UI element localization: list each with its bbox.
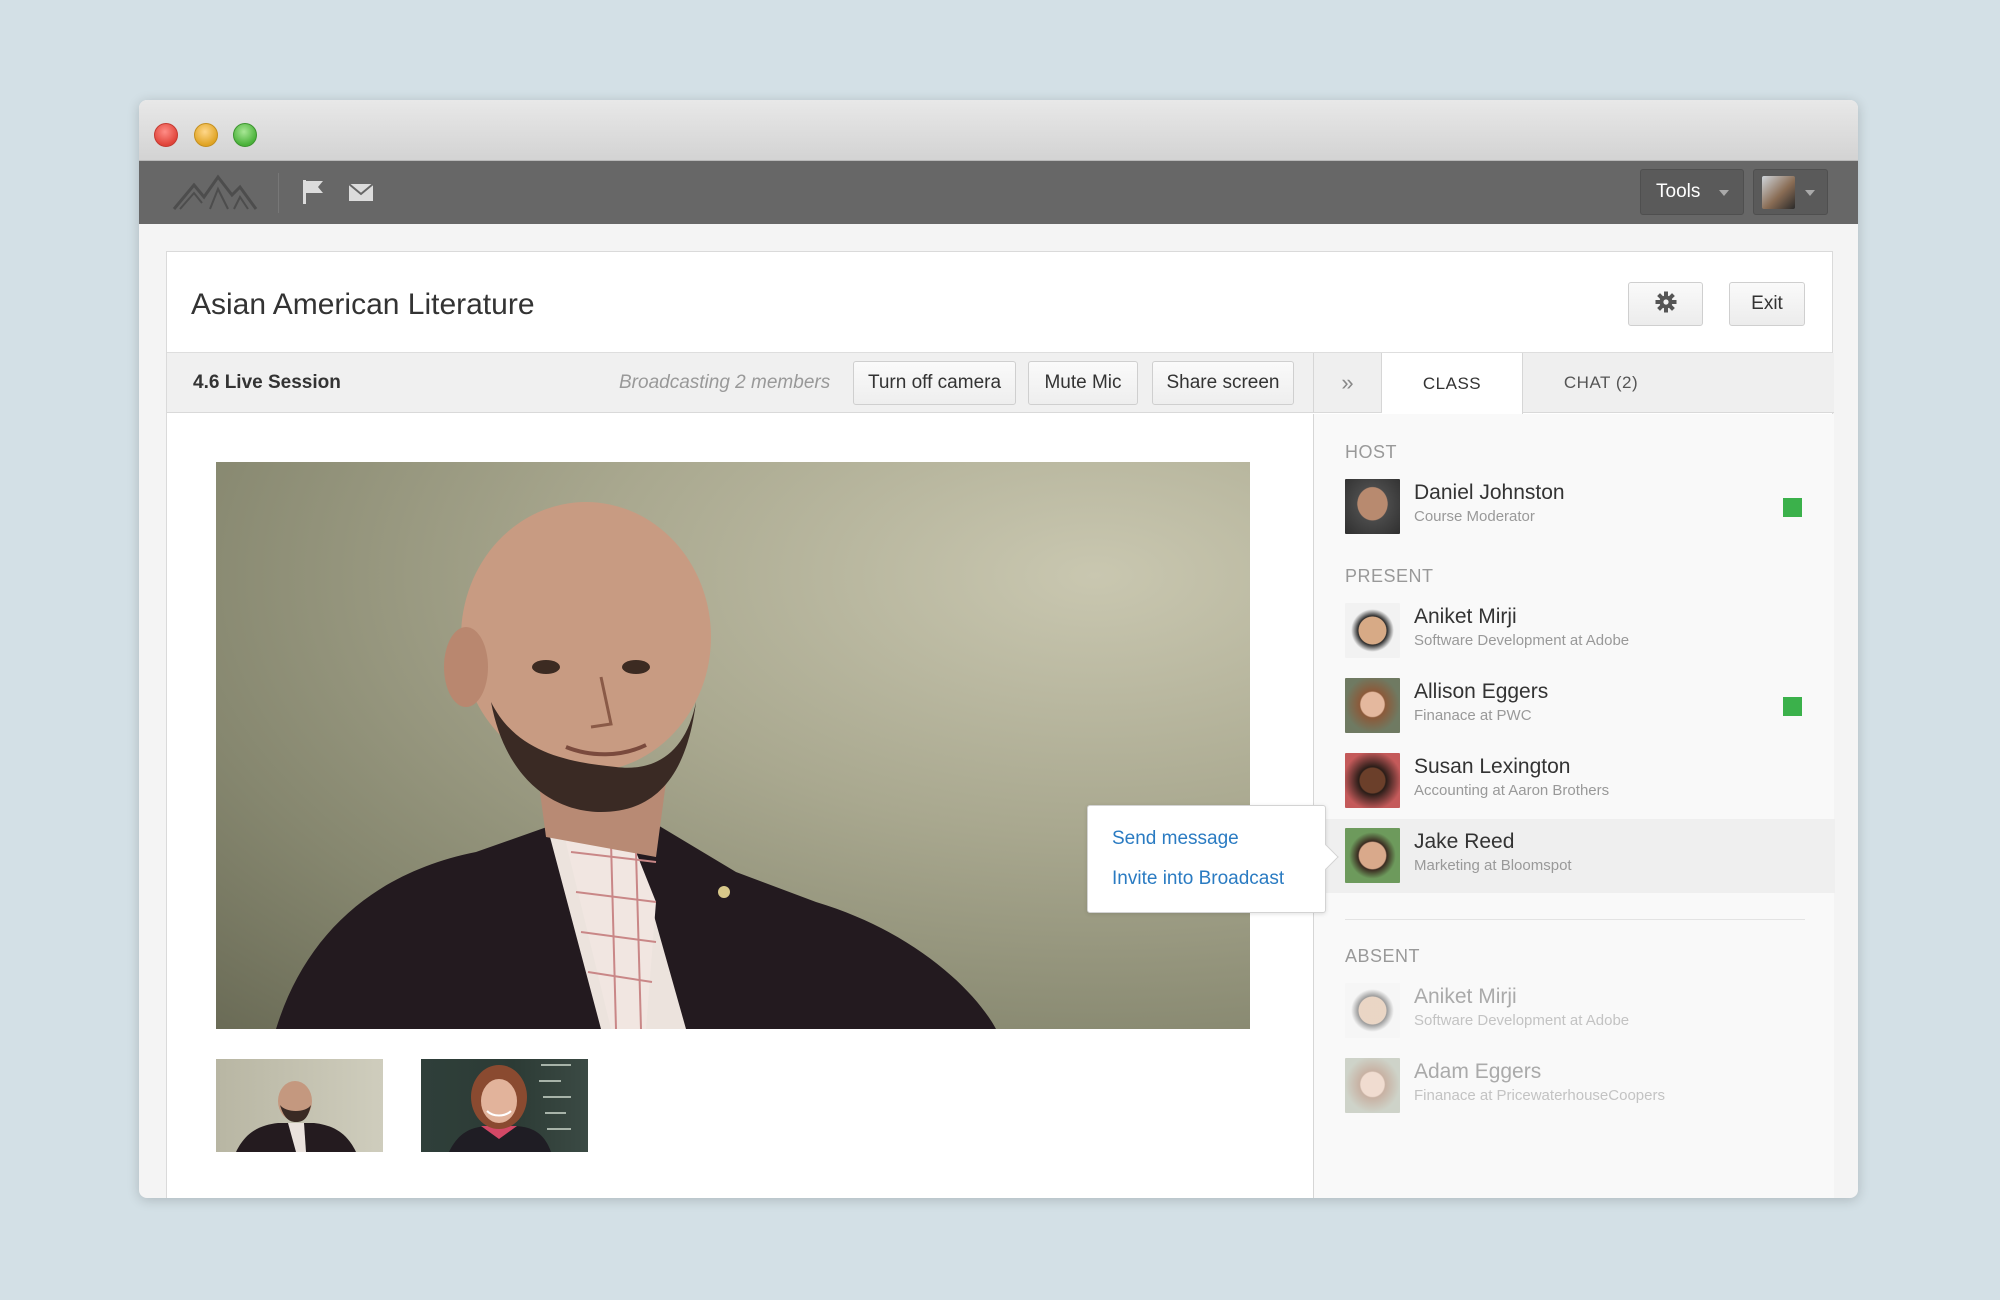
settings-button[interactable] [1628, 282, 1703, 326]
sidebar-tabs: » CLASS CHAT (2) [1313, 353, 1834, 414]
person-name: Jake Reed [1414, 830, 1515, 853]
navbar-divider [278, 173, 279, 213]
person-name: Adam Eggers [1414, 1060, 1542, 1083]
share-screen-button[interactable]: Share screen [1152, 361, 1294, 405]
gear-icon [1655, 291, 1677, 318]
session-toolbar: 4.6 Live Session Broadcasting 2 members … [167, 353, 1313, 413]
avatar [1345, 678, 1400, 733]
collapse-sidebar-button[interactable]: » [1314, 353, 1382, 412]
card-header: Asian American Literature Exit [167, 252, 1832, 353]
list-item[interactable]: Aniket Mirji Software Development at Ado… [1314, 974, 1835, 1048]
tools-label: Tools [1656, 181, 1701, 202]
person-name: Susan Lexington [1414, 755, 1571, 778]
tab-class[interactable]: CLASS [1382, 353, 1523, 414]
video-thumbnail[interactable] [421, 1059, 588, 1152]
avatar [1762, 176, 1795, 209]
zoom-window-button[interactable] [233, 123, 257, 147]
close-window-button[interactable] [154, 123, 178, 147]
list-item[interactable]: Aniket Mirji Software Development at Ado… [1314, 594, 1835, 668]
person-name: Daniel Johnston [1414, 481, 1565, 504]
video-thumbnail[interactable] [216, 1059, 383, 1152]
class-roster: HOST Daniel Johnston Course Moderator PR… [1313, 414, 1835, 1198]
avatar [1345, 753, 1400, 808]
section-divider [1345, 919, 1805, 920]
member-context-menu: Send message Invite into Broadcast [1087, 805, 1339, 913]
avatar [1345, 828, 1400, 883]
page-title: Asian American Literature [191, 288, 535, 321]
person-role: Software Development at Adobe [1414, 1012, 1630, 1029]
person-name: Allison Eggers [1414, 680, 1549, 703]
mute-mic-button[interactable]: Mute Mic [1028, 361, 1138, 405]
list-item[interactable]: Daniel Johnston Course Moderator [1314, 470, 1835, 544]
person-role: Finanace at PWC [1414, 707, 1532, 724]
avatar [1345, 983, 1400, 1038]
app-window: Tools Asian American Literature Exit 4.6… [139, 100, 1858, 1198]
window-titlebar [139, 100, 1858, 161]
person-role: Marketing at Bloomspot [1414, 857, 1572, 874]
host-section-label: HOST [1345, 442, 1398, 462]
list-item[interactable]: Jake Reed Marketing at Bloomspot [1314, 819, 1835, 893]
user-menu-button[interactable] [1753, 169, 1828, 215]
session-label: 4.6 Live Session [193, 372, 341, 393]
chevron-down-icon [1719, 190, 1729, 196]
person-name: Aniket Mirji [1414, 605, 1517, 628]
person-role: Accounting at Aaron Brothers [1414, 782, 1610, 799]
list-item[interactable]: Susan Lexington Accounting at Aaron Brot… [1314, 744, 1835, 818]
invite-into-broadcast-link[interactable]: Invite into Broadcast [1112, 868, 1284, 890]
list-item[interactable]: Allison Eggers Finanace at PWC [1314, 669, 1835, 743]
flag-icon[interactable] [301, 178, 325, 211]
online-status-indicator [1783, 498, 1802, 517]
main-video-feed[interactable] [216, 462, 1250, 1029]
chevron-down-icon [1805, 190, 1815, 196]
online-status-indicator [1783, 697, 1802, 716]
tools-dropdown-button[interactable]: Tools [1640, 169, 1744, 215]
person-role: Finanace at PricewaterhouseCoopers [1414, 1087, 1665, 1104]
avatar [1345, 603, 1400, 658]
list-item[interactable]: Adam Eggers Finanace at PricewaterhouseC… [1314, 1049, 1835, 1123]
send-message-link[interactable]: Send message [1112, 828, 1239, 850]
absent-section-label: ABSENT [1345, 946, 1421, 966]
avatar [1345, 1058, 1400, 1113]
person-role: Software Development at Adobe [1414, 632, 1630, 649]
tab-chat[interactable]: CHAT (2) [1523, 353, 1679, 413]
session-card: Asian American Literature Exit 4.6 Live … [166, 251, 1835, 1198]
mail-icon[interactable] [348, 183, 374, 207]
avatar [1345, 479, 1400, 534]
exit-button[interactable]: Exit [1729, 282, 1805, 326]
person-role: Course Moderator [1414, 508, 1535, 525]
broadcast-status: Broadcasting 2 members [619, 372, 831, 393]
turn-off-camera-button[interactable]: Turn off camera [853, 361, 1016, 405]
app-navbar: Tools [139, 161, 1858, 224]
double-chevron-right-icon: » [1341, 369, 1354, 395]
mountain-logo-icon[interactable] [172, 171, 258, 218]
minimize-window-button[interactable] [194, 123, 218, 147]
present-section-label: PRESENT [1345, 566, 1434, 586]
person-name: Aniket Mirji [1414, 985, 1517, 1008]
